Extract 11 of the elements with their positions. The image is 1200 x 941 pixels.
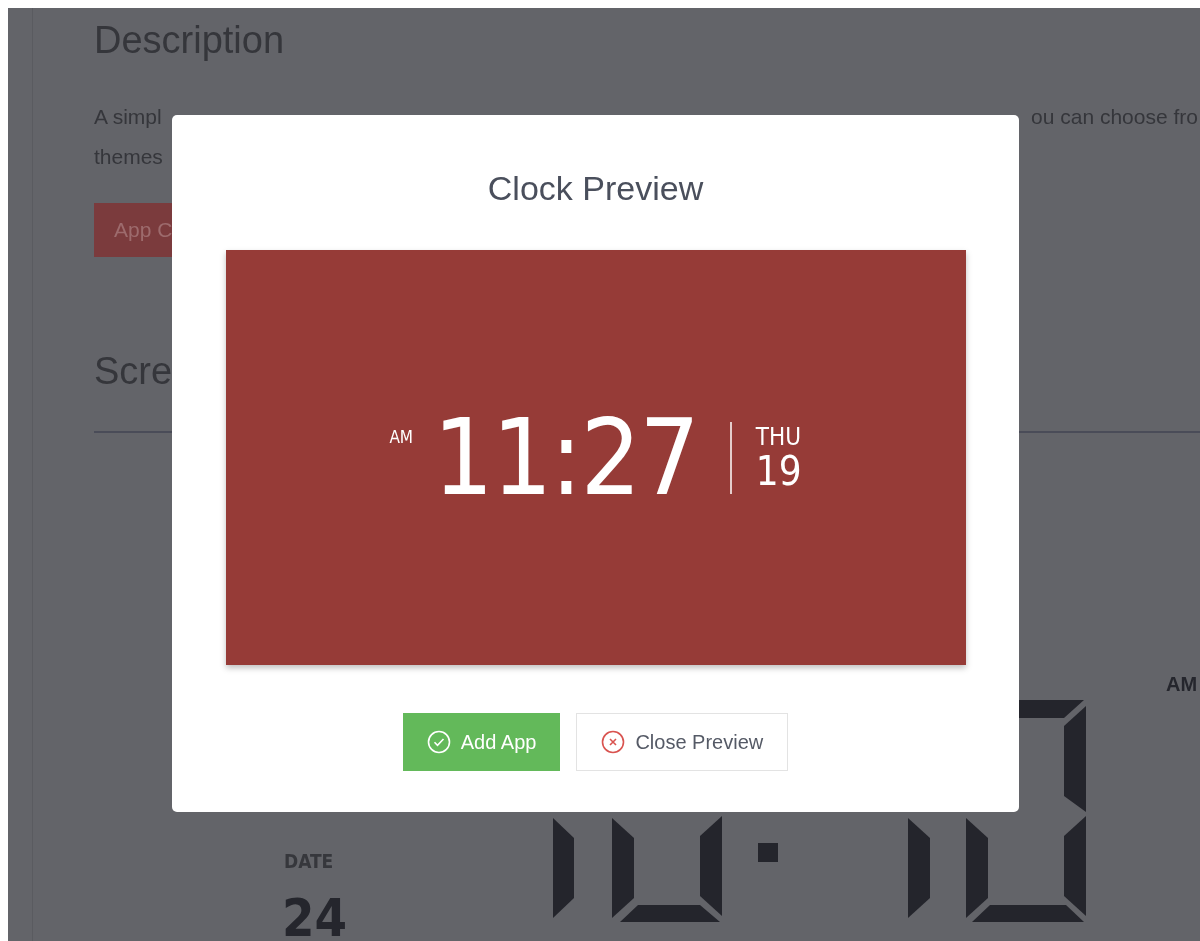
date-value: 24 xyxy=(282,888,348,941)
weekday-label: THU xyxy=(755,423,802,450)
close-circle-icon xyxy=(601,730,626,754)
meridiem-label: AM xyxy=(1166,673,1198,696)
clock-time: 11:27 xyxy=(433,402,698,513)
close-preview-button[interactable]: Close Preview xyxy=(576,713,789,771)
dialog-title: Clock Preview xyxy=(487,168,704,209)
meridiem-label: AM xyxy=(389,426,414,447)
day-number: 19 xyxy=(755,449,802,492)
add-app-button[interactable]: Add App xyxy=(402,713,561,771)
check-circle-icon xyxy=(426,730,451,754)
